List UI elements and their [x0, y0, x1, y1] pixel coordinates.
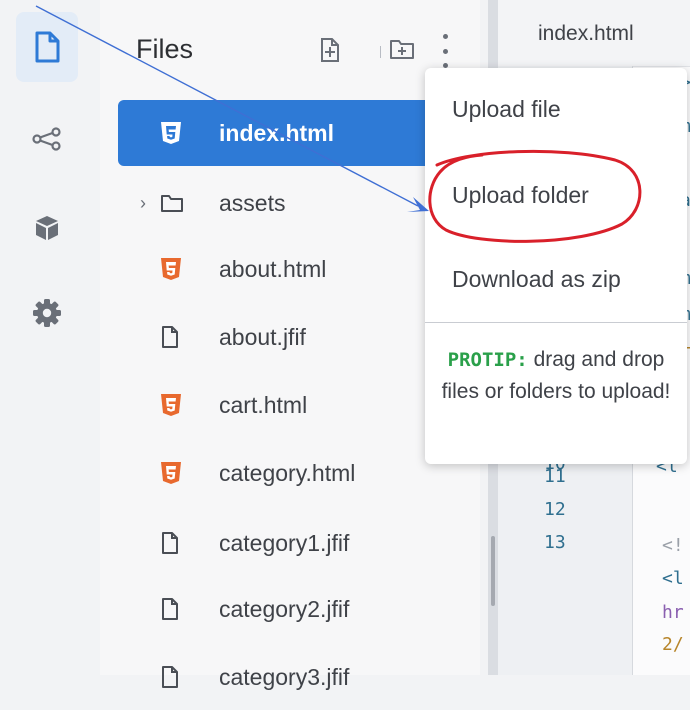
file-label: category1.jfif: [219, 529, 350, 556]
scrollbar-thumb[interactable]: [491, 536, 495, 606]
files-panel-title: Files: [136, 34, 194, 64]
file-label: category3.jfif: [219, 663, 350, 690]
folder-icon: [161, 195, 183, 212]
html5-icon: [161, 122, 181, 144]
file-item-category3-jfif[interactable]: category3.jfif: [118, 644, 472, 710]
share-button[interactable]: [16, 104, 78, 174]
folder-item-assets[interactable]: › assets: [118, 170, 472, 236]
code-text: hr: [662, 602, 684, 623]
packages-button[interactable]: [16, 193, 78, 263]
file-label: category2.jfif: [219, 595, 350, 622]
upload-file-menu-item[interactable]: Upload file: [425, 78, 687, 144]
file-explorer-button[interactable]: [16, 12, 78, 82]
file-item-category2-jfif[interactable]: category2.jfif: [118, 576, 472, 642]
html5-icon: [161, 394, 181, 416]
header-separator: [380, 46, 381, 58]
new-folder-icon[interactable]: [388, 36, 416, 62]
protip-text: PROTIP: drag and drop files or folders t…: [433, 344, 679, 407]
share-icon: [32, 127, 61, 151]
file-item-about-jfif[interactable]: about.jfif: [118, 304, 472, 370]
new-file-icon[interactable]: [318, 36, 342, 64]
upload-folder-menu-item[interactable]: Upload folder: [425, 164, 687, 230]
file-label: cart.html: [219, 391, 308, 418]
file-item-category1-jfif[interactable]: category1.jfif: [118, 510, 472, 576]
files-options-menu: Upload file Upload folder Download as zi…: [425, 68, 687, 464]
file-icon: [162, 666, 178, 688]
code-text: 2/: [662, 634, 684, 655]
file-label: about.jfif: [219, 323, 306, 350]
menu-item-label: Upload folder: [452, 182, 589, 208]
menu-item-label: Upload file: [452, 96, 561, 122]
html5-icon: [161, 462, 181, 484]
file-icon: [35, 31, 60, 63]
file-item-about-html[interactable]: about.html: [118, 236, 472, 302]
file-icon: [162, 532, 178, 554]
files-panel: Files index.html › assets about.html abo…: [100, 0, 480, 690]
file-label: category.html: [219, 459, 356, 486]
menu-divider: [425, 322, 687, 323]
download-zip-menu-item[interactable]: Download as zip: [425, 248, 687, 314]
editor-tab-bar: index.html: [498, 0, 690, 67]
activity-bar: [0, 0, 100, 675]
code-text: <l: [662, 568, 684, 589]
line-number: 12: [544, 499, 566, 520]
folder-label: assets: [219, 189, 286, 216]
file-label: about.html: [219, 255, 327, 282]
file-label: index.html: [219, 119, 335, 146]
file-item-index-html[interactable]: index.html: [118, 100, 472, 166]
protip-label: PROTIP:: [447, 349, 528, 371]
file-item-category-html[interactable]: category.html: [118, 440, 472, 506]
more-options-icon[interactable]: [438, 34, 452, 68]
line-number: 13: [544, 532, 566, 553]
chevron-right-icon: ›: [140, 192, 146, 213]
file-item-cart-html[interactable]: cart.html: [118, 372, 472, 438]
line-number: 11: [544, 466, 566, 487]
html5-icon: [161, 258, 181, 280]
package-icon: [36, 216, 58, 240]
gear-icon: [33, 299, 61, 327]
file-icon: [162, 326, 178, 348]
file-icon: [162, 598, 178, 620]
settings-button[interactable]: [16, 278, 78, 348]
editor-tab-index-html[interactable]: index.html: [538, 22, 634, 46]
code-text: <!: [662, 535, 684, 556]
menu-item-label: Download as zip: [452, 266, 621, 292]
